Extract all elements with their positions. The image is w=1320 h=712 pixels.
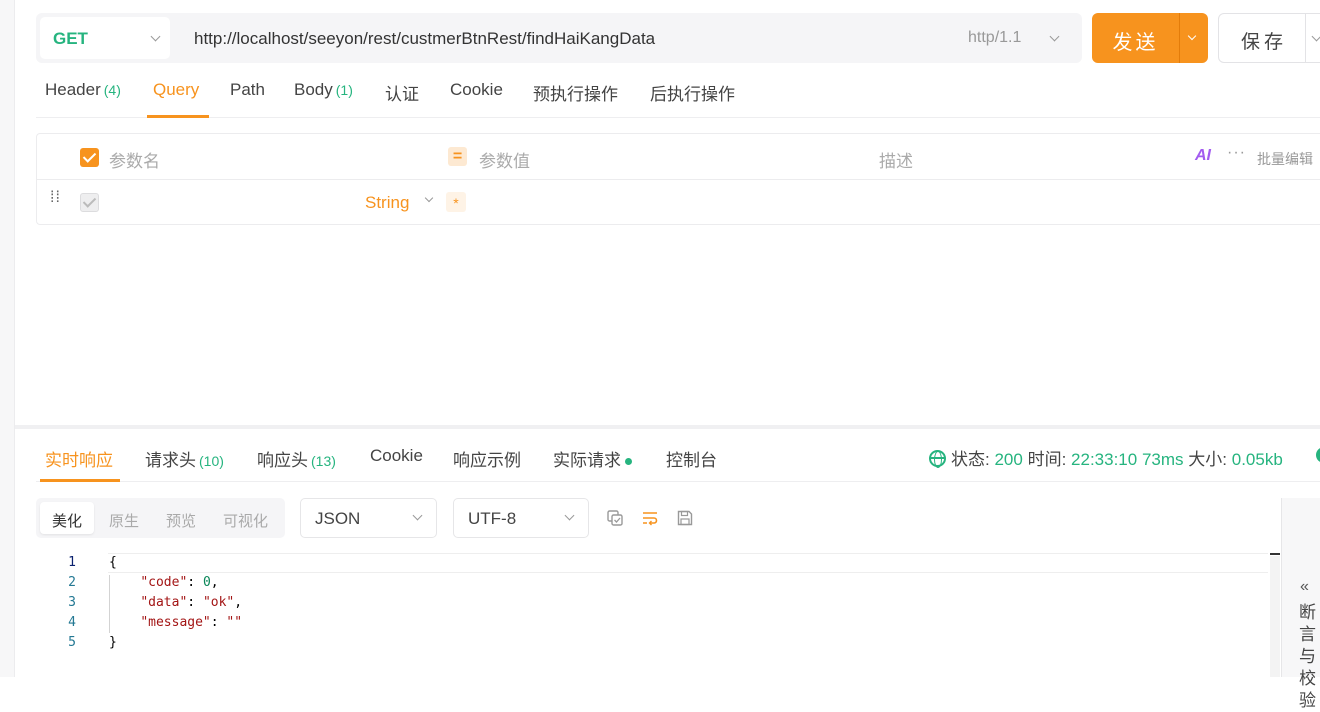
more-icon[interactable]: ··· [1227, 144, 1246, 162]
view-mode-segment: 美化 原生 预览 可视化 [36, 498, 285, 538]
line-number: 5 [68, 635, 76, 650]
divider [1179, 13, 1180, 63]
response-status-bar: 状态: 200 时间: 22:33:10 73ms 大小: 0.05kb [929, 445, 1283, 470]
protocol-select[interactable]: http/1.1 [968, 29, 1021, 47]
scrollbar-marker [1270, 553, 1280, 555]
row-checkbox[interactable] [80, 193, 99, 212]
view-mode-pretty[interactable]: 美化 [40, 502, 95, 534]
line-number: 1 [68, 555, 76, 570]
tab-request-headers[interactable]: 请求头 (10) [145, 446, 224, 471]
tab-live-response[interactable]: 实时响应 [45, 446, 113, 471]
size-value: 0.05kb [1231, 450, 1283, 469]
param-type-select[interactable]: String [365, 193, 409, 213]
col-param-name: 参数名 [109, 152, 160, 171]
status-label: 状态: [951, 450, 990, 469]
ai-icon[interactable]: AI [1195, 147, 1211, 165]
tab-post-script[interactable]: 后执行操作 [650, 80, 735, 105]
code-line: } [109, 635, 117, 650]
status-dot [625, 458, 632, 466]
tab-header[interactable]: Header (4) [45, 80, 121, 100]
table-header-row: 参数名 = 参数值 描述 AI ··· 批量编辑 [37, 134, 1320, 180]
format-value: JSON [315, 509, 361, 528]
current-line-highlight [108, 553, 1268, 573]
chevron-down-icon [412, 510, 423, 521]
code-line: { [109, 555, 117, 570]
size-label: 大小: [1188, 450, 1228, 469]
code-line: "message": "" [140, 615, 243, 630]
view-mode-raw[interactable]: 原生 [109, 510, 139, 531]
tab-path[interactable]: Path [230, 80, 265, 100]
view-mode-preview[interactable]: 预览 [166, 510, 196, 531]
tab-response-headers[interactable]: 响应头 (13) [257, 446, 336, 471]
left-edge-panel [0, 0, 15, 677]
response-code-editor[interactable]: 1 2 3 4 5 { "code": 0, "data": "ok", "me… [36, 553, 1280, 677]
required-toggle[interactable]: * [446, 192, 466, 212]
tab-response-example[interactable]: 响应示例 [453, 446, 521, 471]
tab-query[interactable]: Query [153, 80, 199, 100]
chevron-down-icon [564, 510, 575, 521]
save-button[interactable]: 保存 [1218, 13, 1320, 63]
collapse-left-icon[interactable]: « [1300, 578, 1309, 596]
send-button-label: 发送 [1112, 32, 1159, 54]
drag-handle-icon[interactable]: ⁞⁞ [50, 190, 61, 206]
pane-splitter[interactable] [15, 425, 1320, 429]
code-line: "data": "ok", [140, 595, 243, 610]
tab-response-cookie[interactable]: Cookie [370, 446, 423, 466]
tab-actual-request[interactable]: 实际请求 [553, 446, 632, 471]
time-label: 时间: [1027, 450, 1067, 469]
chevron-down-icon [150, 31, 161, 42]
wrap-lines-icon[interactable] [641, 509, 659, 527]
equals-icon: = [448, 147, 467, 166]
tab-auth[interactable]: 认证 [385, 80, 419, 105]
view-mode-visualize[interactable]: 可视化 [223, 510, 268, 531]
save-button-label: 保存 [1241, 32, 1288, 53]
tab-console[interactable]: 控制台 [666, 446, 717, 471]
line-number: 3 [68, 595, 76, 610]
active-tab-underline [40, 479, 120, 482]
tab-cookie[interactable]: Cookie [450, 80, 503, 100]
request-tabs: Header (4) Query Path Body (1) 认证 Cookie 预… [36, 68, 1320, 118]
bulk-edit-button[interactable]: 批量编辑 [1257, 149, 1313, 169]
tab-pre-script[interactable]: 预执行操作 [533, 80, 618, 105]
globe-icon [929, 450, 946, 468]
code-line: "code": 0, [140, 575, 219, 590]
url-bar: GET http://localhost/seeyon/rest/custmer… [36, 13, 1082, 63]
url-input[interactable]: http://localhost/seeyon/rest/custmerBtnR… [194, 29, 655, 49]
scrollbar[interactable] [1270, 556, 1280, 677]
save-options-chevron-icon[interactable] [1311, 31, 1320, 42]
send-options-chevron-icon[interactable] [1187, 31, 1197, 41]
line-number: 2 [68, 575, 76, 590]
send-button[interactable]: 发送 [1092, 13, 1208, 63]
tab-body[interactable]: Body (1) [294, 80, 353, 100]
select-all-checkbox[interactable] [80, 148, 99, 167]
chevron-down-icon[interactable] [424, 193, 434, 203]
copy-icon[interactable] [606, 509, 624, 527]
format-select[interactable]: JSON [300, 498, 437, 538]
divider [1305, 14, 1306, 62]
chevron-down-icon[interactable] [1049, 31, 1060, 42]
method-value: GET [53, 29, 88, 48]
method-select[interactable]: GET [40, 17, 170, 59]
query-params-table: 参数名 = 参数值 描述 AI ··· 批量编辑 ⁞⁞ String * [36, 133, 1320, 225]
duration-value: 73ms [1141, 450, 1184, 469]
active-tab-underline [147, 115, 209, 118]
line-number: 4 [68, 615, 76, 630]
response-tabs: 实时响应 请求头 (10) 响应头 (13) Cookie 响应示例 实际请求 控制… [36, 430, 1320, 482]
time-value: 22:33:10 [1071, 450, 1138, 469]
encoding-value: UTF-8 [468, 509, 517, 528]
col-param-value: 参数值 [479, 152, 530, 171]
status-code: 200 [994, 450, 1023, 469]
save-icon[interactable] [676, 509, 694, 527]
encoding-select[interactable]: UTF-8 [453, 498, 589, 538]
col-description: 描述 [879, 152, 913, 171]
side-panel-label: 断言与校验 [1299, 603, 1316, 710]
